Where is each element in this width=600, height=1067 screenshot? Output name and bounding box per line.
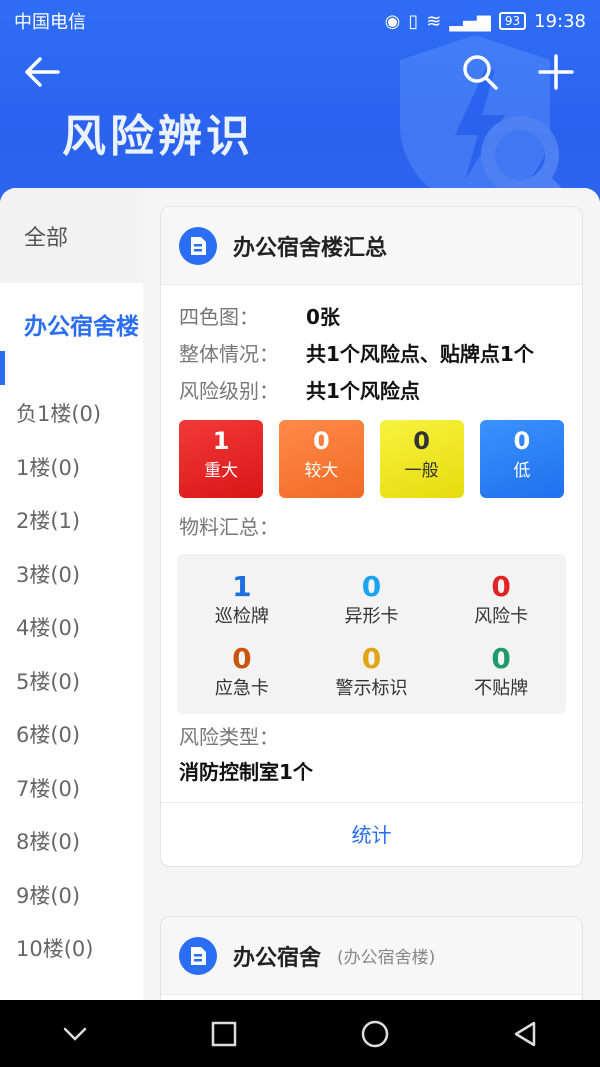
floor-item[interactable]: 1楼(0)	[0, 442, 143, 496]
stats-button[interactable]: 统计	[161, 802, 582, 866]
info-label: 风险级别：	[179, 379, 279, 403]
page-title: 风险辨识	[62, 111, 254, 162]
recent-apps-icon[interactable]	[209, 1019, 239, 1049]
floor-item[interactable]: 5楼(0)	[0, 656, 143, 710]
floor-list: 负1楼(0) 1楼(0) 2楼(1) 3楼(0) 4楼(0) 5楼(0) 6楼(…	[0, 388, 143, 977]
floor-item[interactable]: 3楼(0)	[0, 549, 143, 603]
floor-item[interactable]: 2楼(1)	[0, 495, 143, 549]
card-title: 办公宿舍楼汇总	[233, 235, 388, 261]
info-value: 共1个风险点、贴牌点1个	[306, 342, 534, 366]
content-area: 办公宿舍楼汇总 四色图： 0张 整体情况： 共1个风险点、贴牌点1个 风险级别：…	[143, 188, 600, 1000]
risk-levels: 1 重大 0 较大 0 一般 0 低	[161, 410, 582, 498]
material-item[interactable]: 0 不贴牌	[436, 642, 566, 702]
floor-item[interactable]: 8楼(0)	[0, 816, 143, 870]
card-title: 办公宿舍	[233, 945, 322, 971]
floor-item[interactable]: 7楼(0)	[0, 763, 143, 817]
info-value: 0张	[306, 305, 340, 329]
main-panel: 全部 办公宿舍楼 负1楼(0) 1楼(0) 2楼(1) 3楼(0) 4楼(0) …	[0, 188, 600, 1000]
info-label: 整体情况：	[179, 342, 279, 366]
floor-item[interactable]: 6楼(0)	[0, 709, 143, 763]
search-icon[interactable]	[460, 52, 500, 92]
time-label: 19:38	[534, 10, 586, 32]
wifi-icon: ≋	[426, 10, 442, 32]
card-header: 办公宿舍楼汇总	[161, 207, 582, 285]
chevron-down-icon[interactable]	[60, 1019, 90, 1049]
location-icon: ◉	[384, 10, 401, 32]
level-low[interactable]: 0 低	[479, 420, 564, 498]
status-bar: 中国电信 ◉ ▯ ≋ ▂▄▆ 93 19:38	[0, 0, 600, 42]
material-item[interactable]: 0 风险卡	[436, 570, 566, 630]
risk-type-label: 风险类型：	[179, 725, 279, 749]
summary-card: 办公宿舍楼汇总 四色图： 0张 整体情况： 共1个风险点、贴牌点1个 风险级别：…	[160, 206, 583, 867]
building-badge-icon	[179, 226, 217, 265]
card-subtitle: (办公宿舍楼)	[337, 948, 436, 968]
risk-type-value: 消防控制室1个	[179, 760, 313, 784]
floor-item[interactable]: 负1楼(0)	[0, 388, 143, 442]
materials-grid: 1 巡检牌 0 异形卡 0 风险卡 0 应急卡 0 警示标识 0 不贴牌	[177, 554, 566, 714]
carrier-label: 中国电信	[14, 12, 86, 33]
building-badge-icon	[179, 936, 217, 975]
sidebar-item-all[interactable]: 全部	[0, 188, 143, 283]
level-general[interactable]: 0 一般	[379, 420, 464, 498]
material-item[interactable]: 0 应急卡	[177, 642, 307, 702]
back-triangle-icon[interactable]	[510, 1019, 540, 1049]
info-section: 四色图： 0张 整体情况： 共1个风险点、贴牌点1个 风险级别： 共1个风险点	[161, 285, 582, 410]
level-major[interactable]: 1 重大	[179, 420, 264, 498]
system-nav-bar	[0, 1000, 600, 1067]
level-large[interactable]: 0 较大	[279, 420, 364, 498]
card-header: 办公宿舍 (办公宿舍楼)	[161, 917, 582, 995]
vibrate-icon: ▯	[408, 10, 419, 32]
info-label: 四色图：	[179, 305, 259, 329]
material-item[interactable]: 0 异形卡	[307, 570, 437, 630]
material-item[interactable]: 0 警示标识	[307, 642, 437, 702]
battery-icon: 93	[498, 12, 527, 30]
sidebar: 全部 办公宿舍楼 负1楼(0) 1楼(0) 2楼(1) 3楼(0) 4楼(0) …	[0, 188, 143, 1000]
material-item[interactable]: 1 巡检牌	[177, 570, 307, 630]
back-arrow-icon[interactable]	[22, 52, 62, 92]
info-value: 共1个风险点	[306, 379, 420, 403]
building-card[interactable]: 办公宿舍 (办公宿舍楼)	[160, 916, 583, 1000]
floor-item[interactable]: 10楼(0)	[0, 923, 143, 977]
add-icon[interactable]	[536, 52, 576, 92]
signal-icon: ▂▄▆	[449, 10, 491, 32]
materials-label: 物料汇总：	[179, 515, 279, 539]
floor-item[interactable]: 9楼(0)	[0, 870, 143, 924]
floor-item[interactable]: 4楼(0)	[0, 602, 143, 656]
sidebar-item-active[interactable]: 办公宿舍楼	[0, 311, 143, 385]
home-icon[interactable]	[359, 1018, 391, 1050]
